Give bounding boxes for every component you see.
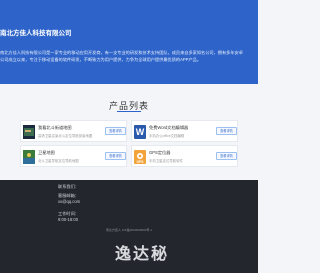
satellite-map-icon bbox=[23, 150, 35, 164]
product-card: GPS GPS定位器 手机卫星定位导航软件 查看详情 bbox=[131, 145, 238, 167]
title-underline bbox=[117, 111, 141, 112]
copyright: 南北方佳人 ICP备2020000000号-1 bbox=[105, 228, 153, 232]
product-name: 免费Word文档编辑器 bbox=[149, 125, 189, 130]
view-details-button[interactable]: 查看详情 bbox=[216, 127, 237, 135]
intro-line: 公司成立以来，专注于移动设备的软件研发，不断致力为用户提供，力争为全球用户提供最… bbox=[0, 56, 202, 62]
product-name: 我看北斗街道地图 bbox=[38, 125, 72, 130]
word-app-icon: W bbox=[134, 125, 146, 139]
view-details-button[interactable]: 查看详情 bbox=[105, 127, 126, 135]
watermark: 逸达秘 bbox=[115, 246, 170, 263]
product-desc: 手机办公office文档编辑 bbox=[149, 134, 185, 138]
product-desc: 手机卫星定位导航软件 bbox=[149, 159, 183, 163]
company-intro: 南北方佳人科技有限公司是一家专业的移动应用开发商，有一支专业的研发和技术支持团队… bbox=[0, 50, 258, 64]
product-desc: 北斗卫星导航定位导航地图 bbox=[38, 159, 79, 163]
product-desc: 高清卫星实景北斗定位导航街景地图 bbox=[38, 134, 93, 138]
product-name: GPS定位器 bbox=[149, 150, 171, 155]
hours-value: 9:00-18:00 bbox=[58, 217, 79, 222]
intro-line: 南北方佳人科技有限公司是一家专业的移动应用开发商，有一支专业的研发和技术支持团队… bbox=[0, 50, 243, 55]
hero-banner: 南北方佳人科技有限公司 南北方佳人科技有限公司是一家专业的移动应用开发商，有一支… bbox=[0, 0, 258, 84]
map-app-icon bbox=[23, 125, 35, 139]
product-card: 卫星地图 北斗卫星导航定位导航地图 查看详情 bbox=[20, 145, 127, 167]
svg-text:W: W bbox=[136, 127, 145, 137]
view-details-button[interactable]: 查看详情 bbox=[105, 152, 126, 160]
product-card: 我看北斗街道地图 高清卫星实景北斗定位导航街景地图 查看详情 bbox=[20, 120, 127, 142]
product-name: 卫星地图 bbox=[38, 150, 55, 155]
gps-app-icon: GPS bbox=[134, 150, 146, 164]
product-card: W 免费Word文档编辑器 手机办公office文档编辑 查看详情 bbox=[131, 120, 238, 142]
contact-label: 联系我们： bbox=[58, 184, 79, 189]
footer: 联系我们： 客服邮箱： xx@qq.com 工作时间： 9:00-18:00 南… bbox=[0, 180, 258, 273]
svg-text:GPS: GPS bbox=[137, 160, 145, 164]
email-value[interactable]: xx@qq.com bbox=[58, 199, 80, 204]
view-details-button[interactable]: 查看详情 bbox=[216, 152, 237, 160]
company-title: 南北方佳人科技有限公司 bbox=[0, 30, 72, 37]
